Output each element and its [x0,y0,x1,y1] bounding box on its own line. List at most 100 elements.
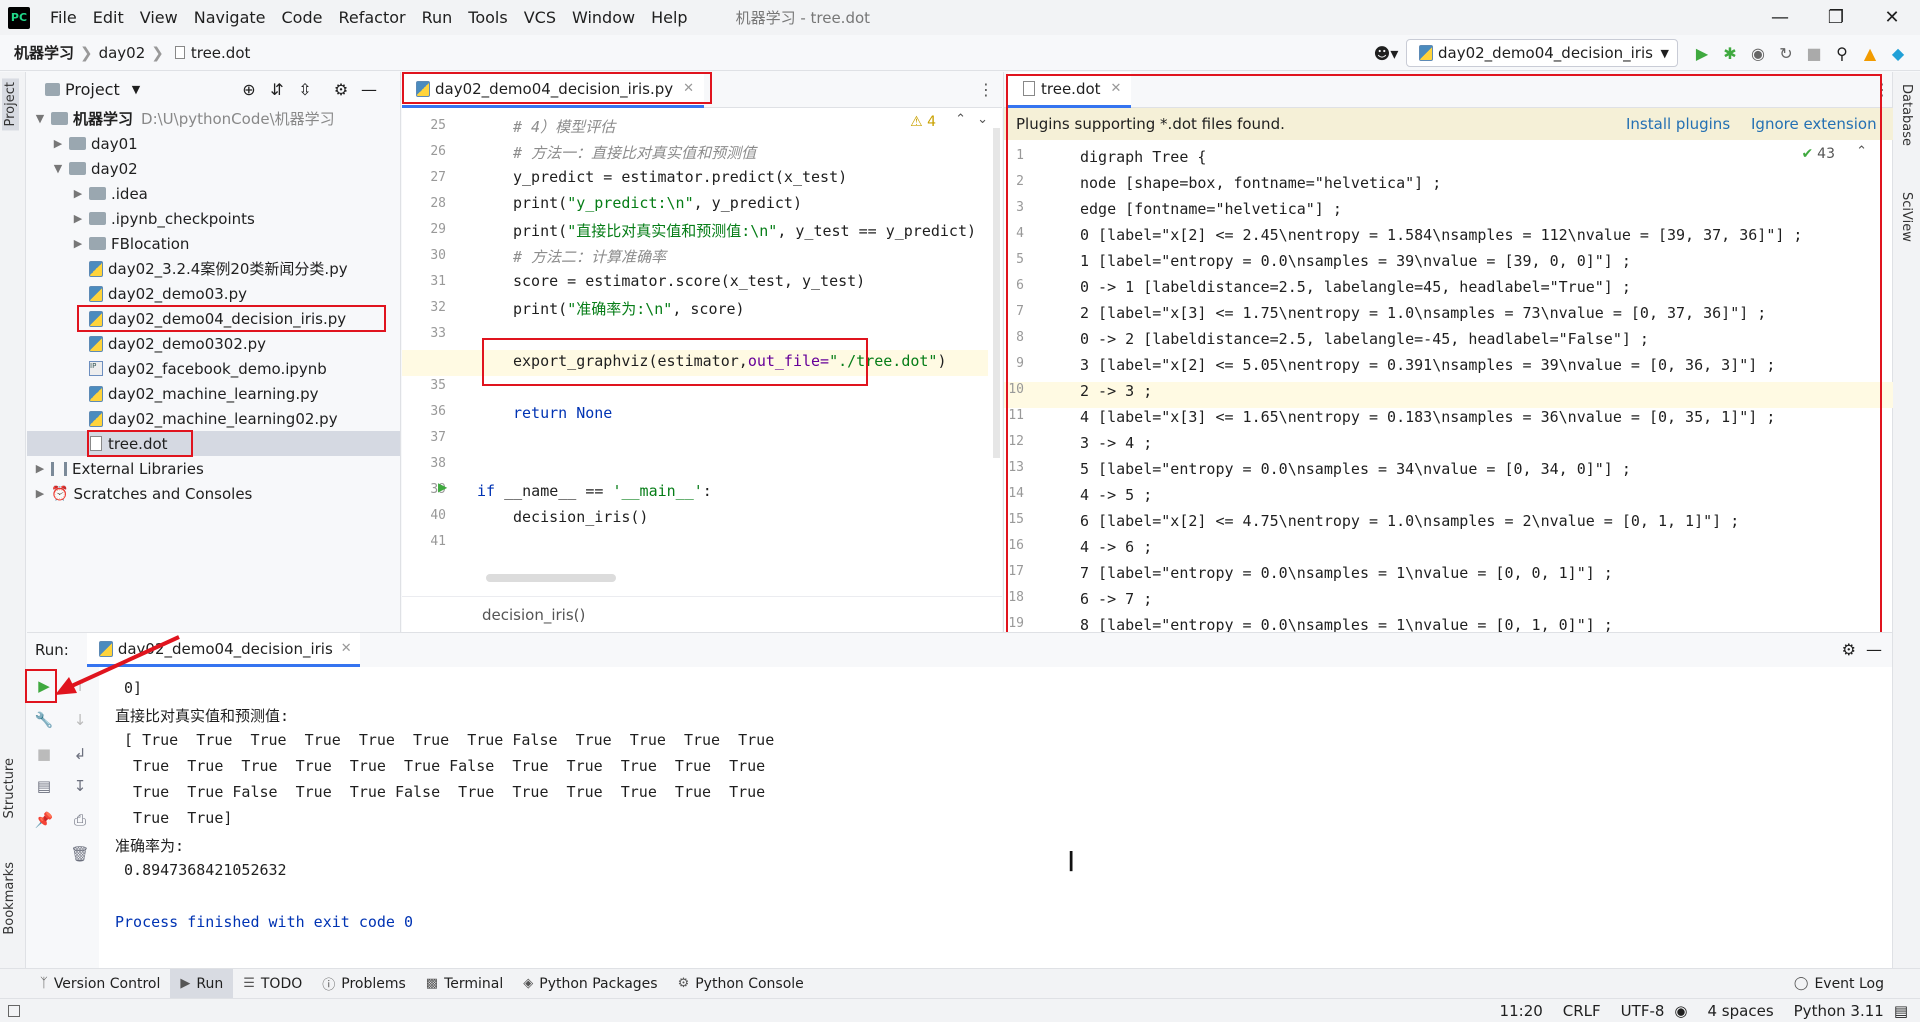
profile-icon[interactable]: ↻ [1772,39,1800,67]
trash-icon[interactable]: 🗑 [67,841,93,867]
menu-navigate[interactable]: Navigate [186,0,274,35]
tab-version-control[interactable]: ᛉ Version Control [30,969,170,999]
expand-all-icon[interactable]: ⇵ [263,75,291,103]
tree-item-root[interactable]: ▼ 机器学习 D:\U\pythonCode\机器学习 [33,106,335,131]
tree-item-idea[interactable]: ▶ .idea [71,181,148,206]
tree-item-file[interactable]: day02_3.2.4案例20类新闻分类.py [85,256,348,281]
indent-setting[interactable]: 4 spaces [1708,1002,1774,1020]
menu-window[interactable]: Window [564,0,643,35]
wrench-icon[interactable]: 🔧 [31,707,57,733]
minimize-icon[interactable]: — [1752,0,1808,35]
jetbrains-logo-icon[interactable]: ◆ [1884,39,1912,67]
console-output[interactable]: 0] 直接比对真实值和预测值: [ True True True True Tr… [115,667,1875,969]
tree-item-day02[interactable]: ▼ day02 [51,156,138,181]
locate-icon[interactable]: ⊕ [235,75,263,103]
breadcrumb-file[interactable]: tree.dot [191,44,251,62]
breadcrumb-project[interactable]: 机器学习 [14,42,74,63]
tree-item-tree-dot[interactable]: tree.dot [27,431,400,456]
update-icon[interactable]: ▲ [1856,39,1884,67]
structure-tool-tab[interactable]: Structure [2,758,17,818]
close-icon[interactable]: ✕ [341,641,352,656]
run-config-selector[interactable]: day02_demo04_decision_iris ▼ [1406,39,1678,67]
tree-item-label: day02_machine_learning.py [108,384,319,403]
tab-event-log[interactable]: ◯ Event Log [1784,969,1894,999]
hide-icon[interactable]: — [355,75,383,103]
code-breadcrumb[interactable]: decision_iris() [402,596,1002,632]
tree-item-file[interactable]: day02_machine_learning.py [85,381,319,406]
tree-item-external-libraries[interactable]: ▶ External Libraries [33,456,204,481]
gear-icon[interactable]: ⚙ [327,75,355,103]
code-line: print("y_predict:\n", y_predict) [513,194,802,212]
bookmarks-tool-tab[interactable]: Bookmarks [2,862,17,935]
tree-item-file[interactable]: IP day02_facebook_demo.ipynb [85,356,327,381]
debug-icon[interactable]: ✱ [1716,39,1744,67]
vertical-scrollbar[interactable] [993,128,1000,458]
lock-icon[interactable]: ▤ [1894,1002,1908,1020]
code-token: , y_predict) [693,194,802,212]
menu-help[interactable]: Help [643,0,695,35]
tab-run[interactable]: ▶ Run [170,968,234,999]
search-icon[interactable]: ⚲ [1828,39,1856,67]
tab-python-console[interactable]: ⚙ Python Console [668,969,814,999]
gear-icon[interactable]: ⚙ [1842,640,1856,659]
tree-item-ipynb-checkpoints[interactable]: ▶ .ipynb_checkpoints [71,206,255,231]
chevron-down-icon: ▼ [1660,46,1669,60]
tab-todo[interactable]: ☰ TODO [233,969,312,999]
menu-run[interactable]: Run [414,0,461,35]
stop-icon[interactable]: ■ [31,741,57,767]
breadcrumb-folder[interactable]: day02 [99,44,146,62]
tree-item-day01[interactable]: ▶ day01 [51,131,138,156]
tree-item-fblocation[interactable]: ▶ FBlocation [71,231,190,256]
stop-icon[interactable]: ■ [1800,39,1828,67]
collapse-all-icon[interactable]: ⇳ [291,75,319,103]
menu-tools[interactable]: Tools [460,0,515,35]
warning-count: 4 [927,114,936,130]
panel-toggle-icon[interactable] [8,1004,20,1017]
coverage-icon[interactable]: ◉ [1744,39,1772,67]
line-separator[interactable]: CRLF [1563,1002,1601,1020]
tree-item-file[interactable]: day02_demo03.py [85,281,247,306]
menu-refactor[interactable]: Refactor [330,0,413,35]
more-icon[interactable]: ⋮ [978,80,994,99]
eye-icon[interactable]: ◉ [1674,1002,1687,1020]
database-tool-tab[interactable]: Database [1899,84,1914,146]
menu-view[interactable]: View [132,0,186,35]
code-editor: day02_demo04_decision_iris.py ✕ ⋮ 25 26 … [402,72,1002,632]
horizontal-scrollbar[interactable] [486,574,616,582]
soft-wrap-icon[interactable]: ↲ [67,741,93,767]
hide-icon[interactable]: — [1866,640,1882,659]
chevron-down-icon[interactable]: ⌄ [977,112,988,127]
code-area[interactable]: ⚠ 4 ⌃ ⌄ # 4）模型评估 # 方法一：直接比对真实值和预测值 y_pre… [402,108,1002,596]
project-tool-tab[interactable]: Project [2,78,19,131]
python-interpreter[interactable]: Python 3.11 [1794,1002,1884,1020]
sciview-tool-tab[interactable]: SciView [1899,192,1914,242]
tree-item-file[interactable]: day02_machine_learning02.py [85,406,338,431]
menu-edit[interactable]: Edit [85,0,132,35]
pin-icon[interactable]: 📌 [31,807,57,833]
restore-icon[interactable]: ❐ [1808,0,1864,35]
project-panel: Project ▼ ⊕ ⇵ ⇳ ⚙ — ▼ 机器学习 D:\U\pythonCo… [27,72,401,632]
caret-position[interactable]: 11:20 [1500,1002,1543,1020]
project-panel-title[interactable]: Project [65,80,120,99]
tree-item-scratches[interactable]: ▶ ⏰ Scratches and Consoles [33,481,253,506]
tree-item-label: day02_demo0302.py [108,334,267,353]
scroll-to-end-icon[interactable]: ↧ [67,773,93,799]
highlight-box [1006,74,1882,638]
tab-terminal[interactable]: ▩ Terminal [416,969,513,999]
tab-python-packages[interactable]: ◈ Python Packages [513,969,667,999]
run-icon[interactable]: ▶ [1688,39,1716,67]
menu-file[interactable]: File [42,0,85,35]
menu-code[interactable]: Code [274,0,331,35]
tree-item-file[interactable]: day02_demo0302.py [85,331,266,356]
warning-icon[interactable]: ⚠ 4 [910,114,936,130]
print-icon[interactable]: ⎙ [67,807,93,833]
file-encoding[interactable]: UTF-8 [1621,1002,1665,1020]
chevron-up-icon[interactable]: ⌃ [955,112,966,127]
menu-vcs[interactable]: VCS [516,0,564,35]
close-icon[interactable]: ✕ [1864,0,1920,35]
tab-problems[interactable]: ⓘ Problems [312,969,416,999]
user-icon[interactable]: ☻▾ [1366,39,1406,67]
layout-icon[interactable]: ▤ [31,773,57,799]
arrow-down-icon[interactable]: ↓ [67,707,93,733]
chevron-down-icon[interactable]: ▼ [132,83,140,96]
